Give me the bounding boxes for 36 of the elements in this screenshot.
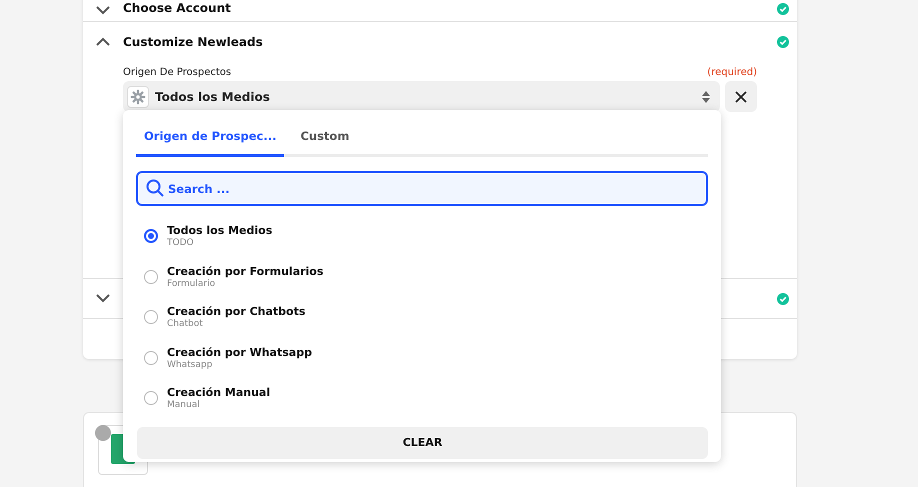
radio-button[interactable]	[144, 391, 158, 406]
tab[interactable]: Custom	[292, 118, 358, 157]
gear-icon	[127, 86, 149, 108]
radio-button[interactable]	[144, 229, 158, 244]
radio-button[interactable]	[144, 350, 158, 365]
tab[interactable]: Origen de Prospec...	[136, 118, 284, 157]
sort-arrows-icon	[702, 90, 710, 102]
close-icon	[735, 90, 747, 102]
option-item[interactable]: Creación por Chatbots Chatbot	[136, 297, 708, 338]
option-sublabel: Chatbot	[167, 319, 204, 330]
expand-chevron-icon[interactable]	[96, 6, 110, 15]
option-item[interactable]: Creación por Formularios Formulario	[136, 256, 708, 297]
option-item[interactable]: Creación Manual Manual	[136, 378, 708, 418]
radio-button[interactable]	[144, 270, 158, 284]
option-sublabel: TODO	[167, 238, 195, 248]
option-label: Creación por Chatbots	[167, 305, 306, 318]
step-title: Choose Account	[123, 1, 232, 15]
clear-selection-button[interactable]	[725, 81, 757, 112]
required-note: (required)	[707, 67, 757, 78]
option-sublabel: Manual	[167, 400, 201, 410]
clear-button[interactable]: CLEAR	[137, 426, 708, 458]
option-sublabel: Formulario	[167, 278, 216, 289]
option-label: Creación Manual	[167, 386, 270, 400]
collapse-chevron-icon[interactable]	[96, 37, 110, 46]
field-label: Origen De Prospectos	[123, 67, 232, 78]
step-title: Customize Newleads	[123, 34, 264, 48]
search-field[interactable]: Search ...	[136, 171, 708, 206]
option-label: Creación por Whatsapp	[167, 346, 312, 359]
option-item[interactable]: Creación por Whatsapp Whatsapp	[136, 338, 708, 378]
option-label: Creación por Formularios	[167, 264, 324, 278]
option-label: Todos los Medios	[167, 224, 272, 238]
option-sublabel: Whatsapp	[167, 360, 214, 370]
option-item[interactable]: Todos los Medios TODO	[136, 216, 708, 256]
radio-button[interactable]	[144, 310, 158, 324]
select-field[interactable]: Todos los Medios	[123, 81, 720, 112]
expand-chevron-icon[interactable]	[96, 294, 110, 303]
